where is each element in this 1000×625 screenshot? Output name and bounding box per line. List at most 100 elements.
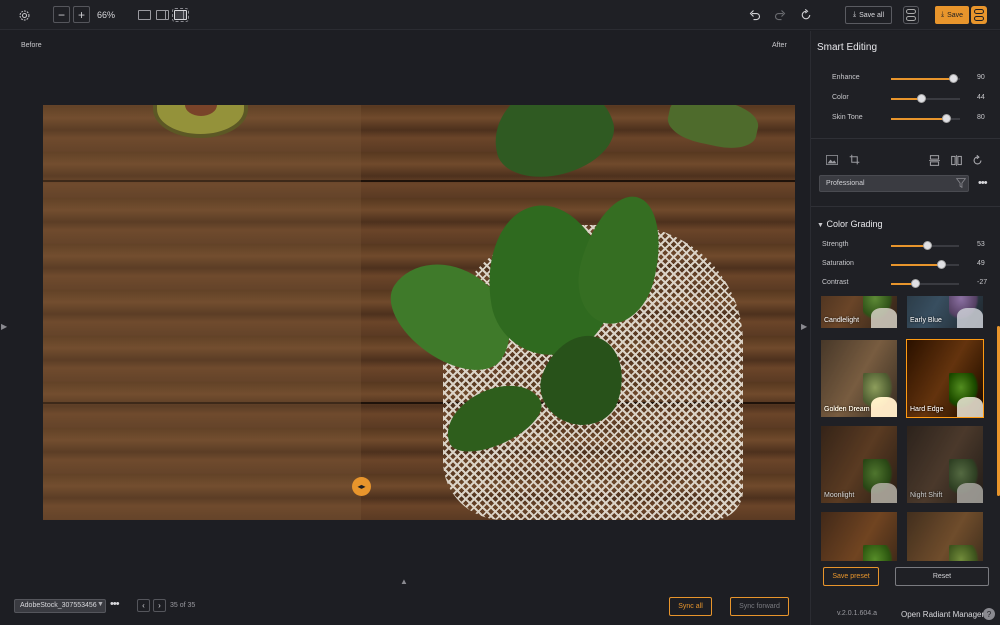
split-view-icon[interactable] [172,8,189,22]
slider-fill [891,245,928,247]
preset-label: Early Blue [910,317,942,324]
preset-thumb[interactable]: Night Shift [907,426,983,503]
divider [811,206,1000,207]
before-overlay [43,105,361,520]
slider-strength[interactable]: Strength 53 [811,240,1000,252]
slider-knob[interactable] [916,94,926,103]
help-icon[interactable]: ? [983,608,995,620]
slider-contrast[interactable]: Contrast -27 [811,278,1000,290]
slider-fill [891,78,954,80]
reset-button[interactable]: Reset [895,567,989,586]
divider [811,138,1000,139]
redo-icon[interactable] [773,8,787,22]
slider-label: Strength [822,241,849,248]
cucumber [664,105,762,154]
chevron-down-icon: ▼ [817,222,824,229]
preview-image[interactable] [43,105,795,520]
section-title: Color Grading [826,219,883,229]
save-all-label: Save all [859,11,885,19]
preset-label: Golden Dream [824,406,870,413]
flip-vertical-icon[interactable] [929,155,940,169]
prev-image-button[interactable]: ‹ [137,599,150,612]
preset-label: Hard Edge [910,406,944,413]
slider-label: Contrast [822,279,849,286]
refresh-icon[interactable] [799,8,813,22]
before-label: Before [21,42,42,49]
preset-label: Night Shift [910,492,943,499]
color-grading-header[interactable]: ▼ Color Grading [817,219,882,229]
side-by-side-view-icon[interactable] [156,10,169,20]
save-preset-button[interactable]: Save preset [823,567,879,586]
slider-skin-tone[interactable]: Skin Tone 80 [811,113,1000,125]
download-icon: ⤓ [853,11,857,18]
preset-label: Candlelight [824,317,860,324]
zoom-out-button[interactable]: − [53,6,70,23]
preset-thumb[interactable] [907,512,983,561]
preset-thumb[interactable]: Moonlight [821,426,897,503]
rotate-icon[interactable] [972,154,983,169]
download-icon: ⤓ [941,11,945,18]
slider-value: 90 [977,74,985,81]
sync-forward-button[interactable]: Sync forward [730,597,789,616]
save-label: Save [947,11,964,19]
slider-color[interactable]: Color 44 [811,93,1000,105]
slider-label: Color [832,94,849,101]
top-toolbar: − + 66% ⤓ Save all ⤓ Save [0,0,1000,30]
panel-title: Smart Editing [817,42,878,53]
slider-label: Saturation [822,260,854,267]
filter-icon[interactable] [955,178,967,191]
chevron-down-icon[interactable]: ▼ [97,601,104,608]
collapse-right-icon[interactable]: ▶ [801,322,807,331]
preset-thumb[interactable] [821,512,897,561]
preset-grid: Candlelight Early Blue Golden Dream Hard… [821,296,986,561]
slider-knob[interactable] [948,74,958,83]
crop-icon[interactable] [849,154,860,168]
slider-label: Enhance [832,74,860,81]
single-view-icon[interactable] [138,10,151,20]
slider-knob[interactable] [922,241,932,250]
sync-all-button[interactable]: Sync all [669,597,712,616]
split-handle[interactable]: ◂▸ [352,477,371,496]
save-options-toggle[interactable] [971,6,987,24]
more-options-icon[interactable]: ••• [978,177,988,189]
save-button[interactable]: ⤓ Save [935,6,970,24]
expand-filmstrip-icon[interactable]: ▲ [400,577,408,586]
save-all-options-toggle[interactable] [903,6,919,24]
slider-label: Skin Tone [832,114,863,121]
slider-knob[interactable] [911,279,921,288]
slider-fill [891,264,942,266]
more-options-icon[interactable]: ••• [110,598,120,610]
zoom-in-button[interactable]: + [73,6,90,23]
slider-value: 80 [977,114,985,121]
slider-value: 49 [977,260,985,267]
leaf [483,105,623,189]
collapse-left-icon[interactable]: ▶ [1,322,7,331]
slider-value: 53 [977,241,985,248]
after-label: After [772,42,787,49]
file-name-select[interactable]: AdobeStock_307553456 [14,599,106,613]
version-text: v.2.0.1.604.a [837,610,877,617]
open-manager-link[interactable]: Open Radiant Manager [901,610,984,619]
gear-icon[interactable] [17,8,31,22]
preset-category-select[interactable]: Professional [819,175,969,192]
slider-saturation[interactable]: Saturation 49 [811,259,1000,271]
next-image-button[interactable]: › [153,599,166,612]
preset-thumb[interactable]: Early Blue [907,296,983,328]
preset-label: Moonlight [824,492,855,499]
smart-editing-panel: Smart Editing Enhance 90 Color 44 Skin T… [810,31,1000,625]
save-all-button[interactable]: ⤓ Save all [845,6,893,24]
slider-value: -27 [977,279,988,286]
preset-thumb[interactable]: Golden Dream [821,340,897,417]
zoom-level: 66% [97,10,116,20]
slider-enhance[interactable]: Enhance 90 [811,73,1000,85]
image-counter: 35 of 35 [170,602,196,609]
image-icon[interactable] [826,155,838,168]
flip-horizontal-icon[interactable] [951,155,962,169]
undo-icon[interactable] [748,8,762,22]
app-window: − + 66% ⤓ Save all ⤓ Save Before After ◂… [0,0,1000,625]
slider-knob[interactable] [937,260,947,269]
slider-value: 44 [977,94,985,101]
preset-thumb[interactable]: Hard Edge [906,339,984,418]
preset-thumb[interactable]: Candlelight [821,296,897,328]
slider-knob[interactable] [941,114,951,123]
